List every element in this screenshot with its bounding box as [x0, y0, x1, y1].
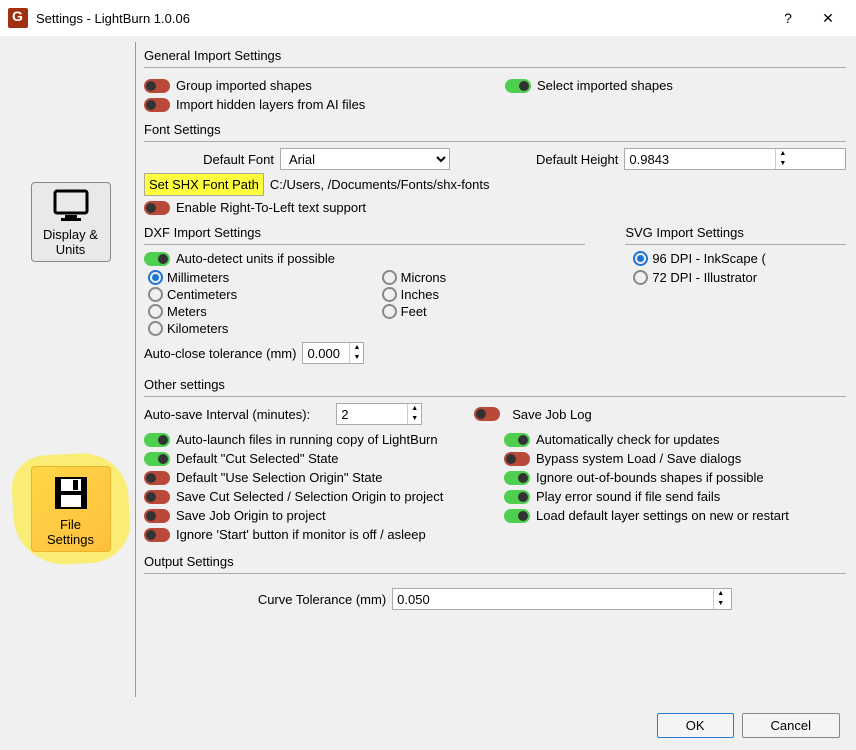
label: Automatically check for updates	[536, 432, 720, 447]
label: Save Job Log	[512, 407, 592, 422]
sidebar-item-label: Display & Units	[43, 227, 98, 257]
spinner[interactable]: ▲▼	[349, 343, 363, 363]
toggle-ignore-oob[interactable]	[504, 471, 530, 485]
label: Auto-detect units if possible	[176, 251, 335, 266]
sidebar: Display & Units File Settings	[6, 42, 136, 697]
radio-microns[interactable]: Microns	[382, 270, 586, 285]
sidebar-item-label: File Settings	[47, 517, 94, 547]
toggle-play-error[interactable]	[504, 490, 530, 504]
label: Play error sound if file send fails	[536, 489, 720, 504]
radio-m[interactable]: Meters	[148, 304, 352, 319]
main-panel: General Import Settings Group imported s…	[144, 42, 846, 697]
section-output: Output Settings	[144, 554, 846, 569]
radio-feet[interactable]: Feet	[382, 304, 586, 319]
section-other: Other settings	[144, 377, 846, 392]
ok-button[interactable]: OK	[657, 713, 734, 738]
label: Save Cut Selected / Selection Origin to …	[176, 489, 443, 504]
autosave-label: Auto-save Interval (minutes):	[144, 407, 310, 422]
shx-path-value: C:/Users, /Documents/Fonts/shx-fonts	[270, 177, 490, 192]
app-icon	[8, 8, 28, 28]
label: Default "Cut Selected" State	[176, 451, 338, 466]
label: Default "Use Selection Origin" State	[176, 470, 383, 485]
set-shx-path-button[interactable]: Set SHX Font Path	[144, 173, 264, 196]
toggle-save-cut-proj[interactable]	[144, 490, 170, 504]
label: Select imported shapes	[537, 78, 673, 93]
floppy-icon	[34, 473, 108, 513]
toggle-save-job-origin[interactable]	[144, 509, 170, 523]
curve-tol-input[interactable]	[393, 589, 713, 609]
radio-icon	[148, 270, 163, 285]
radio-mm[interactable]: Millimeters	[148, 270, 352, 285]
toggle-load-default-layer[interactable]	[504, 509, 530, 523]
spinner[interactable]: ▲▼	[775, 149, 789, 169]
label: Bypass system Load / Save dialogs	[536, 451, 741, 466]
toggle-bypass[interactable]	[504, 452, 530, 466]
radio-96dpi[interactable]: 96 DPI - InkScape (	[633, 251, 846, 266]
autoclose-input[interactable]	[303, 343, 349, 363]
section-svg: SVG Import Settings	[625, 225, 846, 240]
radio-icon	[382, 304, 397, 319]
label: Group imported shapes	[176, 78, 312, 93]
label: Enable Right-To-Left text support	[176, 200, 366, 215]
toggle-ignore-start[interactable]	[144, 528, 170, 542]
label: Import hidden layers from AI files	[176, 97, 365, 112]
label: Save Job Origin to project	[176, 508, 326, 523]
monitor-icon	[34, 189, 108, 223]
default-font-select[interactable]: Arial	[280, 148, 450, 170]
radio-icon	[382, 270, 397, 285]
radio-icon	[148, 304, 163, 319]
window-title: Settings - LightBurn 1.0.06	[36, 11, 768, 26]
toggle-select-imported[interactable]	[505, 79, 531, 93]
radio-icon	[382, 287, 397, 302]
radio-icon	[633, 270, 648, 285]
label: Ignore 'Start' button if monitor is off …	[176, 527, 426, 542]
spinner[interactable]: ▲▼	[713, 589, 727, 609]
default-font-label: Default Font	[144, 152, 274, 167]
default-height-input[interactable]	[625, 149, 775, 169]
label: Auto-launch files in running copy of Lig…	[176, 432, 438, 447]
help-button[interactable]: ?	[768, 3, 808, 33]
close-button[interactable]: ✕	[808, 3, 848, 33]
radio-inches[interactable]: Inches	[382, 287, 586, 302]
toggle-import-hidden[interactable]	[144, 98, 170, 112]
spinner[interactable]: ▲▼	[407, 404, 421, 424]
radio-km[interactable]: Kilometers	[148, 321, 352, 336]
radio-icon	[148, 321, 163, 336]
toggle-save-job-log[interactable]	[474, 407, 500, 421]
sidebar-item-file-settings[interactable]: File Settings	[31, 466, 111, 552]
toggle-check-updates[interactable]	[504, 433, 530, 447]
autosave-input[interactable]	[337, 404, 407, 424]
toggle-rtl[interactable]	[144, 201, 170, 215]
section-dxf: DXF Import Settings	[144, 225, 585, 240]
section-general-import: General Import Settings	[144, 48, 846, 63]
section-font: Font Settings	[144, 122, 846, 137]
radio-72dpi[interactable]: 72 DPI - Illustrator	[633, 270, 846, 285]
toggle-cut-selected[interactable]	[144, 452, 170, 466]
toggle-group-imported[interactable]	[144, 79, 170, 93]
autoclose-label: Auto-close tolerance (mm)	[144, 346, 296, 361]
toggle-auto-launch[interactable]	[144, 433, 170, 447]
sidebar-item-display-units[interactable]: Display & Units	[31, 182, 111, 262]
label: Ignore out-of-bounds shapes if possible	[536, 470, 764, 485]
radio-icon	[633, 251, 648, 266]
curve-tol-label: Curve Tolerance (mm)	[258, 592, 386, 607]
toggle-autodetect-units[interactable]	[144, 252, 170, 266]
label: Load default layer settings on new or re…	[536, 508, 789, 523]
cancel-button[interactable]: Cancel	[742, 713, 840, 738]
default-height-label: Default Height	[536, 152, 618, 167]
toggle-use-sel-origin[interactable]	[144, 471, 170, 485]
radio-icon	[148, 287, 163, 302]
radio-cm[interactable]: Centimeters	[148, 287, 352, 302]
